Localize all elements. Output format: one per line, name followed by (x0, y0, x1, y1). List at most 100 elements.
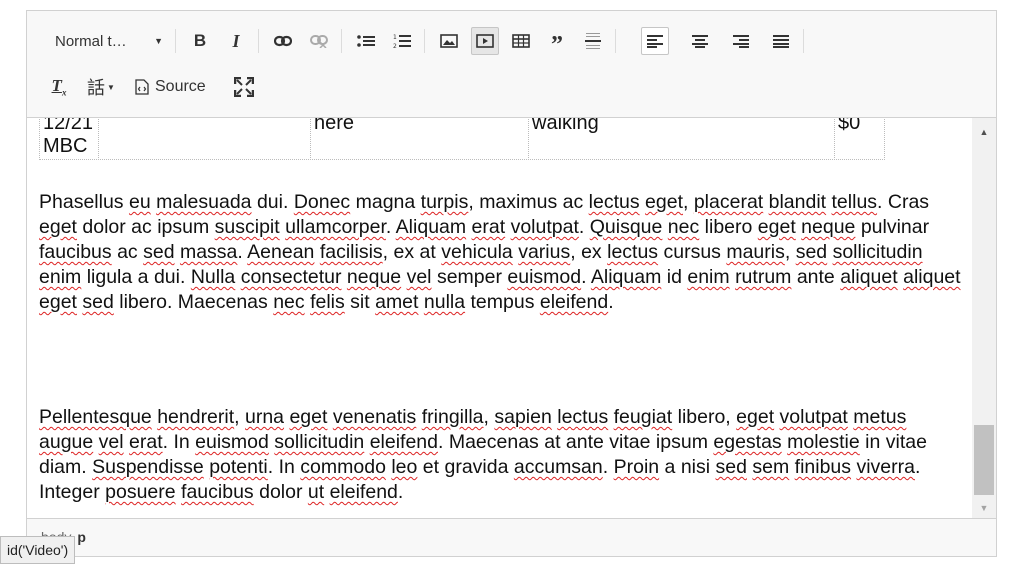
misspelled-word[interactable]: blandit (769, 191, 826, 213)
paragraph[interactable]: Phasellus eu malesuada dui. Donec magna … (39, 190, 965, 315)
misspelled-word[interactable]: vehicula (441, 241, 513, 263)
editor-content[interactable]: 12/21 MBC here walking $0 Phasellus eu m… (27, 118, 972, 518)
misspelled-word[interactable]: erat (129, 431, 163, 453)
misspelled-word[interactable]: enim (687, 266, 729, 288)
misspelled-word[interactable]: sed (716, 456, 747, 478)
misspelled-word[interactable]: metus (853, 406, 906, 428)
align-center-button[interactable] (686, 27, 714, 55)
misspelled-word[interactable]: viverra (856, 456, 915, 478)
misspelled-word[interactable]: suscipit (215, 216, 280, 238)
align-left-button[interactable] (641, 27, 669, 55)
misspelled-word[interactable]: eget (39, 291, 77, 313)
table-cell[interactable]: $0 (834, 118, 886, 158)
misspelled-word[interactable]: vel (407, 266, 432, 288)
misspelled-word[interactable]: nec (273, 291, 304, 313)
scroll-up-icon[interactable]: ▲ (972, 122, 996, 142)
misspelled-word[interactable]: neque (347, 266, 401, 288)
misspelled-word[interactable]: enim (39, 266, 81, 288)
misspelled-word[interactable]: finibus (795, 456, 851, 478)
misspelled-word[interactable]: sed (796, 241, 827, 263)
misspelled-word[interactable]: lectus (607, 241, 658, 263)
misspelled-word[interactable]: venenatis (333, 406, 416, 428)
misspelled-word[interactable]: ut (308, 481, 324, 503)
misspelled-word[interactable]: eget (736, 406, 774, 428)
misspelled-word[interactable]: volutpat (511, 216, 579, 238)
misspelled-word[interactable]: eget (645, 191, 683, 213)
misspelled-word[interactable]: nec (668, 216, 699, 238)
misspelled-word[interactable]: placerat (694, 191, 763, 213)
misspelled-word[interactable]: consectetur (241, 266, 342, 288)
misspelled-word[interactable]: potenti (209, 456, 268, 478)
misspelled-word[interactable]: aliquet (840, 266, 897, 288)
misspelled-word[interactable]: mauris (726, 241, 785, 263)
misspelled-word[interactable]: sed (143, 241, 174, 263)
justify-button[interactable] (767, 27, 795, 55)
misspelled-word[interactable]: leo (391, 456, 417, 478)
misspelled-word[interactable]: eu (129, 191, 151, 213)
align-right-button[interactable] (727, 27, 755, 55)
misspelled-word[interactable]: sollicitudin (274, 431, 364, 453)
misspelled-word[interactable]: eget (758, 216, 796, 238)
paragraph[interactable]: Pellentesque hendrerit, urna eget venena… (39, 405, 965, 505)
misspelled-word[interactable]: nulla (424, 291, 465, 313)
misspelled-word[interactable]: egestas (713, 431, 781, 453)
misspelled-word[interactable]: feugiat (614, 406, 673, 428)
remove-format-button[interactable]: Tx (45, 73, 73, 101)
misspelled-word[interactable]: volutpat (780, 406, 848, 428)
table-cell[interactable]: walking (528, 118, 834, 158)
scrollbar-thumb[interactable] (974, 425, 994, 495)
misspelled-word[interactable]: hendrerit (157, 406, 234, 428)
misspelled-word[interactable]: felis (310, 291, 345, 313)
misspelled-word[interactable]: malesuada (156, 191, 251, 213)
misspelled-word[interactable]: Pellentesque (39, 406, 152, 428)
misspelled-word[interactable]: urna (245, 406, 284, 428)
misspelled-word[interactable]: eleifend (370, 431, 438, 453)
misspelled-word[interactable]: facilisis (320, 241, 383, 263)
link-button[interactable] (269, 27, 297, 55)
table-button[interactable] (507, 27, 535, 55)
misspelled-word[interactable]: rutrum (735, 266, 791, 288)
bold-button[interactable]: B (186, 27, 214, 55)
numbered-list-button[interactable]: 12 (388, 27, 416, 55)
misspelled-word[interactable]: lectus (589, 191, 640, 213)
misspelled-word[interactable]: sed (82, 291, 113, 313)
language-button[interactable]: 話 ▼ (81, 73, 121, 101)
misspelled-word[interactable]: aliquet (903, 266, 960, 288)
bulleted-list-button[interactable] (352, 27, 380, 55)
horizontal-rule-button[interactable] (579, 27, 607, 55)
misspelled-word[interactable]: fringilla (422, 406, 484, 428)
source-button[interactable]: Source (135, 73, 206, 101)
misspelled-word[interactable]: sapien (494, 406, 551, 428)
misspelled-word[interactable]: molestie (787, 431, 860, 453)
table-cell[interactable] (98, 118, 310, 158)
misspelled-word[interactable]: Quisque (590, 216, 663, 238)
blockquote-button[interactable]: ” (543, 27, 571, 57)
italic-button[interactable]: I (222, 27, 250, 55)
image-button[interactable] (435, 27, 463, 55)
misspelled-word[interactable]: erat (472, 216, 506, 238)
format-select[interactable]: Normal t… ▼ (51, 27, 167, 55)
misspelled-word[interactable]: turpis (421, 191, 469, 213)
misspelled-word[interactable]: posuere (105, 481, 175, 503)
misspelled-word[interactable]: lectus (557, 406, 608, 428)
misspelled-word[interactable]: augue (39, 431, 93, 453)
table-cell[interactable]: 12/21 MBC (40, 118, 98, 158)
scroll-down-icon[interactable]: ▼ (972, 498, 996, 518)
misspelled-word[interactable]: Aenean (247, 241, 314, 263)
misspelled-word[interactable]: commodo (300, 456, 386, 478)
misspelled-word[interactable]: eleifend (330, 481, 398, 503)
maximize-button[interactable] (230, 73, 258, 101)
misspelled-word[interactable]: neque (801, 216, 855, 238)
misspelled-word[interactable]: massa (180, 241, 237, 263)
misspelled-word[interactable]: Proin (614, 456, 660, 478)
misspelled-word[interactable]: sollicitudin (833, 241, 923, 263)
video-button[interactable] (471, 27, 499, 55)
misspelled-word[interactable]: eget (289, 406, 327, 428)
misspelled-word[interactable]: accumsan (514, 456, 603, 478)
misspelled-word[interactable]: euismod (507, 266, 581, 288)
misspelled-word[interactable]: Aliquam (396, 216, 466, 238)
misspelled-word[interactable]: varius (518, 241, 570, 263)
misspelled-word[interactable]: Suspendisse (92, 456, 204, 478)
misspelled-word[interactable]: amet (375, 291, 418, 313)
misspelled-word[interactable]: faucibus (181, 481, 254, 503)
